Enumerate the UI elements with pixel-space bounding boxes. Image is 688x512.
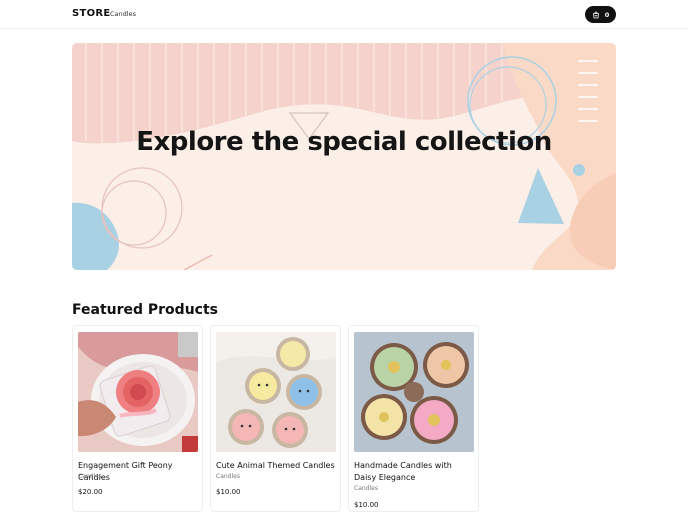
product-name[interactable]: Cute Animal Themed Candles [216,460,338,472]
hero-title: Explore the special collection [136,127,552,157]
product-card[interactable]: Handmade Candles with Daisy Elegance Can… [348,325,479,512]
product-image-daisy-candles[interactable] [354,332,474,452]
product-image-animal-candles[interactable] [216,332,336,452]
featured-products-heading: Featured Products [72,302,218,318]
hero-banner: Explore the special collection [72,43,616,270]
product-image-peony-candle[interactable] [78,332,198,452]
product-category: Candles [78,473,102,480]
product-price: $10.00 [354,501,379,509]
product-card[interactable]: Cute Animal Themed Candles Candles $10.0… [210,325,341,512]
product-card[interactable]: Engagement Gift Peony Candles Candles $2… [72,325,203,512]
product-price: $20.00 [78,488,103,496]
store-logo[interactable]: STORE [72,8,111,19]
product-name[interactable]: Engagement Gift Peony Candles [78,460,200,484]
nav-link-candles[interactable]: Candles [110,10,136,18]
product-price: $10.00 [216,488,241,496]
top-navigation-bar: STORE Candles 0 [0,0,688,29]
product-name[interactable]: Handmade Candles with Daisy Elegance [354,460,476,484]
shopping-bag-icon [592,11,600,19]
cart-button[interactable]: 0 [585,6,616,23]
product-category: Candles [216,473,240,480]
product-category: Candles [354,485,378,492]
cart-count: 0 [604,10,610,19]
